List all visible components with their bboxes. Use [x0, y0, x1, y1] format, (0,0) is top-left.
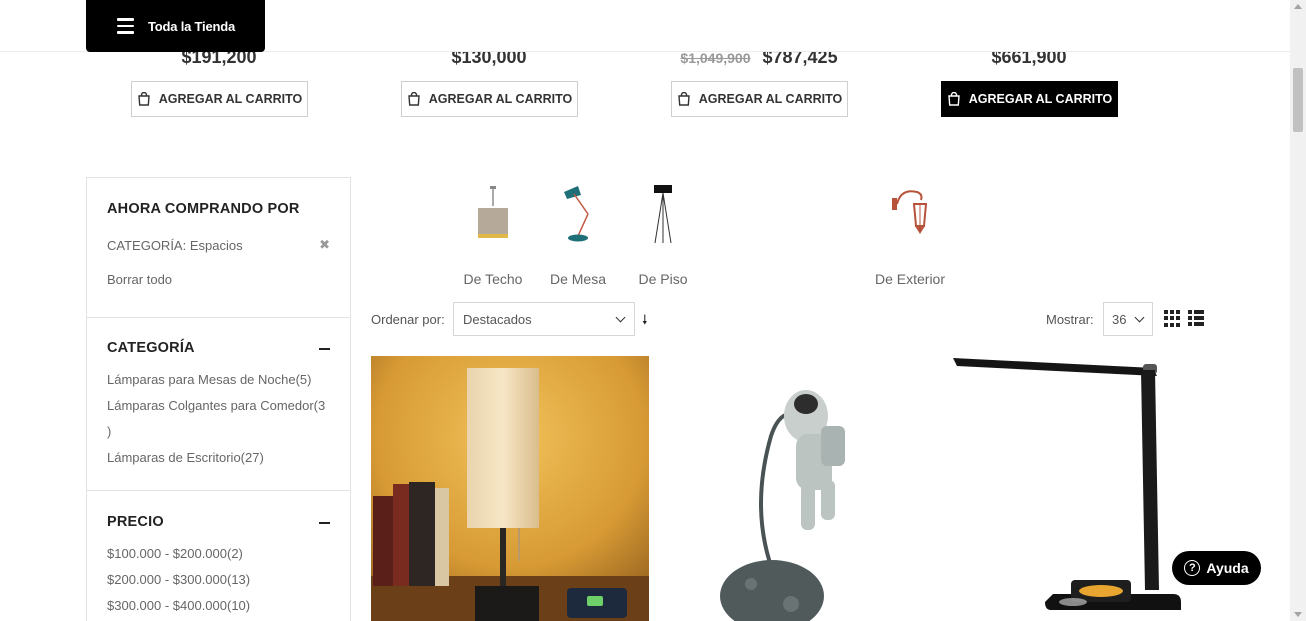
collapse-icon[interactable]: [319, 348, 330, 350]
collapse-icon[interactable]: [319, 522, 330, 524]
chevron-down-icon: [1134, 312, 1145, 323]
old-price: $1,049,900: [680, 50, 751, 66]
product-price-row: $191,200 AGREGAR AL CARRITO $130,000 AGR…: [0, 45, 1290, 125]
shopping-bag-icon: [677, 92, 690, 106]
filter-sidebar: AHORA COMPRANDO POR CATEGORÍA: Espacios …: [86, 177, 351, 621]
category-title: CATEGORÍA: [107, 340, 195, 356]
add-to-cart-button[interactable]: AGREGAR AL CARRITO: [941, 81, 1118, 117]
list-view-icon[interactable]: [1188, 310, 1204, 327]
scroll-up-icon[interactable]: [1294, 4, 1302, 9]
product-image-astronaut-lamp[interactable]: [651, 356, 929, 621]
wall-lantern-icon: [865, 176, 955, 251]
floor-lamp-icon: [618, 176, 708, 251]
active-filter-label: CATEGORÍA: Espacios: [107, 238, 243, 253]
product-image-led-desk-lamp[interactable]: [931, 356, 1209, 621]
desk-lamp-icon: [533, 176, 623, 251]
remove-filter-icon[interactable]: ✖: [319, 237, 330, 253]
chevron-down-icon: [615, 312, 626, 323]
add-to-cart-label: AGREGAR AL CARRITO: [968, 92, 1113, 106]
category-ceiling[interactable]: De Techo: [448, 176, 538, 287]
price-section: PRECIO $100.000 - $200.000(2) $200.000 -…: [87, 491, 350, 621]
product-image-table-lamp[interactable]: [371, 356, 649, 621]
grid-view-icon[interactable]: [1164, 310, 1181, 327]
clear-all-link[interactable]: Borrar todo: [107, 272, 172, 287]
add-to-cart-button[interactable]: AGREGAR AL CARRITO: [671, 81, 848, 117]
category-item[interactable]: Lámparas de Escritorio(27): [107, 445, 325, 471]
limit-select[interactable]: 36: [1103, 302, 1153, 336]
price-range-item[interactable]: $200.000 - $300.000(13): [107, 567, 250, 593]
page-scrollbar[interactable]: [1290, 0, 1306, 621]
add-to-cart-label: AGREGAR AL CARRITO: [158, 92, 303, 106]
price-list: $100.000 - $200.000(2) $200.000 - $300.0…: [107, 541, 250, 619]
top-bar: Toda la Tienda: [0, 0, 1290, 52]
shopping-bag-icon: [947, 92, 960, 106]
price-range-item[interactable]: $100.000 - $200.000(2): [107, 541, 250, 567]
hamburger-icon: [117, 18, 134, 34]
limit-value: 36: [1112, 311, 1127, 327]
add-to-cart-button[interactable]: AGREGAR AL CARRITO: [131, 81, 308, 117]
add-to-cart-label: AGREGAR AL CARRITO: [428, 92, 573, 106]
help-icon: ?: [1184, 560, 1201, 576]
category-floor[interactable]: De Piso: [618, 176, 708, 287]
category-item-continued[interactable]: ): [107, 419, 325, 445]
all-store-menu-button[interactable]: Toda la Tienda: [86, 0, 265, 52]
store-button-label: Toda la Tienda: [148, 18, 236, 34]
category-item[interactable]: Lámparas Colgantes para Comedor(3: [107, 393, 325, 419]
price-title: PRECIO: [107, 514, 164, 530]
category-item[interactable]: Lámparas para Mesas de Noche(5): [107, 367, 325, 393]
sort-label: Ordenar por:: [371, 312, 445, 327]
sort-direction-icon[interactable]: 🠗: [642, 311, 648, 333]
page: Toda la Tienda $191,200 AGREGAR AL CARRI…: [0, 0, 1306, 621]
category-section: CATEGORÍA Lámparas para Mesas de Noche(5…: [87, 318, 350, 491]
category-exterior[interactable]: De Exterior: [865, 176, 955, 287]
shopping-bag-icon: [407, 92, 420, 106]
limit-label: Mostrar:: [1046, 312, 1094, 327]
scroll-down-icon[interactable]: [1294, 612, 1302, 617]
add-to-cart-button[interactable]: AGREGAR AL CARRITO: [401, 81, 578, 117]
help-button[interactable]: ? Ayuda: [1172, 551, 1261, 585]
shopping-bag-icon: [137, 92, 150, 106]
category-label: De Techo: [463, 271, 523, 287]
category-list: Lámparas para Mesas de Noche(5) Lámparas…: [107, 367, 325, 471]
scrollbar-thumb[interactable]: [1293, 68, 1303, 132]
now-shopping-title: AHORA COMPRANDO POR: [107, 201, 300, 217]
sort-select[interactable]: Destacados: [453, 302, 635, 336]
add-to-cart-label: AGREGAR AL CARRITO: [698, 92, 843, 106]
category-label: De Piso: [638, 271, 688, 287]
category-label: De Exterior: [874, 271, 946, 287]
category-label: De Mesa: [549, 271, 607, 287]
help-label: Ayuda: [1206, 560, 1249, 576]
now-shopping-section: AHORA COMPRANDO POR CATEGORÍA: Espacios …: [87, 178, 350, 318]
price-range-item[interactable]: $300.000 - $400.000(10): [107, 593, 250, 619]
pendant-lamp-icon: [448, 176, 538, 251]
sort-value: Destacados: [463, 311, 532, 327]
category-table[interactable]: De Mesa: [533, 176, 623, 287]
